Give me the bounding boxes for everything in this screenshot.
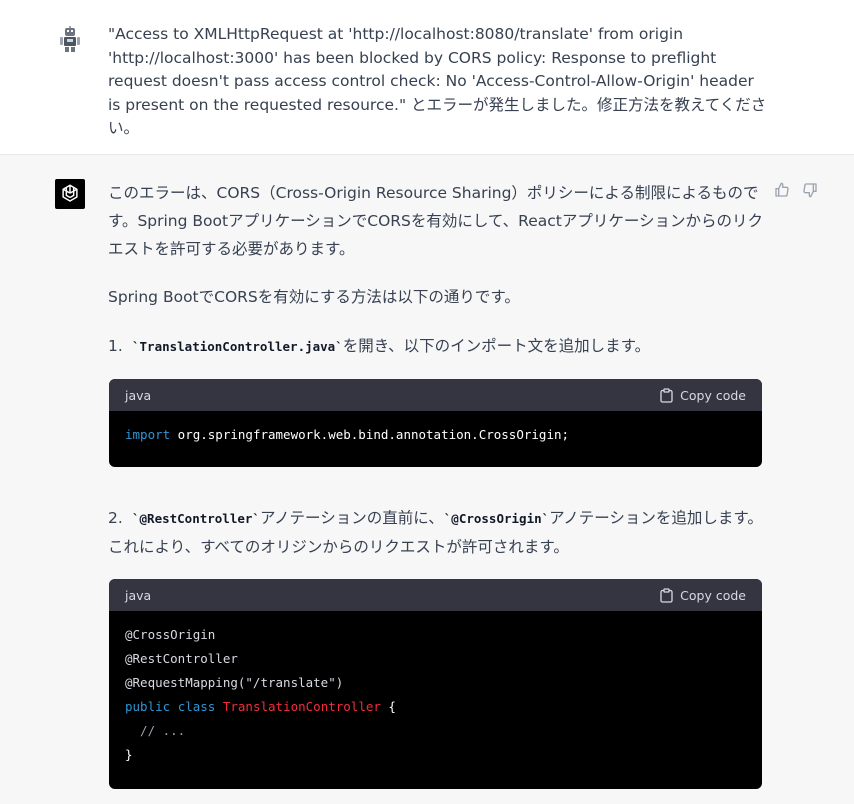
inline-code: `TranslationController.java`: [132, 339, 343, 354]
clipboard-icon: [660, 587, 673, 603]
code-language-label: java: [125, 387, 152, 403]
clipboard-icon: [660, 387, 673, 403]
step-2-item: 2. `@RestController`アノテーションの直前に、`@CrossOr…: [108, 504, 768, 561]
assistant-message-block: このエラーは、CORS（Cross-Origin Resource Sharin…: [0, 155, 854, 804]
code-text: org.springframework.web.bind.annotation.…: [170, 427, 570, 442]
code-block-header: java Copy code: [109, 379, 762, 411]
step-number: 2.: [108, 509, 123, 527]
step-number: 1.: [108, 337, 123, 355]
step-1-text: を開き、以下のインポート文を追加します。: [342, 337, 651, 355]
code-block-2: java Copy code @CrossOrigin @RestControl…: [109, 579, 762, 789]
code-content: import org.springframework.web.bind.anno…: [109, 411, 762, 459]
step-1-item: 1. `TranslationController.java`を開き、以下のインポ…: [108, 332, 768, 361]
code-class-name: TranslationController: [222, 699, 381, 714]
assistant-howto-text: Spring BootでCORSを有効にする方法は以下の通りです。: [108, 288, 520, 306]
code-text: }: [125, 747, 133, 762]
code-block-1: java Copy code import org.springframewor…: [109, 379, 762, 467]
code-annotation: @RestController: [125, 651, 238, 666]
code-keyword: public: [125, 699, 171, 714]
code-language-label: java: [125, 587, 152, 603]
copy-code-label: Copy code: [680, 387, 746, 403]
code-keyword: class: [177, 699, 216, 714]
copy-code-button[interactable]: Copy code: [660, 588, 746, 603]
copy-code-label: Copy code: [680, 587, 746, 603]
user-avatar: [58, 26, 82, 52]
openai-logo-icon: [62, 184, 78, 202]
inline-code: `@CrossOrigin`: [443, 511, 550, 526]
code-annotation: @CrossOrigin: [125, 627, 216, 642]
step-2-text-a: アノテーションの直前に、: [259, 509, 444, 527]
assistant-intro-text: このエラーは、CORS（Cross-Origin Resource Sharin…: [108, 184, 764, 258]
thumbs-down-icon[interactable]: [802, 182, 818, 198]
assistant-avatar: [55, 179, 85, 209]
code-comment: // ...: [125, 723, 186, 738]
code-text: {: [380, 699, 396, 714]
copy-code-button[interactable]: Copy code: [660, 388, 746, 403]
code-annotation: @RequestMapping("/translate"): [125, 675, 344, 690]
code-keyword: import: [125, 427, 171, 442]
inline-code: `@RestController`: [132, 511, 260, 526]
thumbs-up-icon[interactable]: [774, 182, 790, 198]
code-content: @CrossOrigin @RestController @RequestMap…: [109, 611, 762, 779]
user-message-block: "Access to XMLHttpRequest at 'http://loc…: [0, 0, 854, 155]
robot-avatar-icon: [60, 26, 80, 52]
user-message-text: "Access to XMLHttpRequest at 'http://loc…: [108, 25, 767, 137]
feedback-buttons: [774, 182, 818, 198]
code-block-header: java Copy code: [109, 579, 762, 611]
